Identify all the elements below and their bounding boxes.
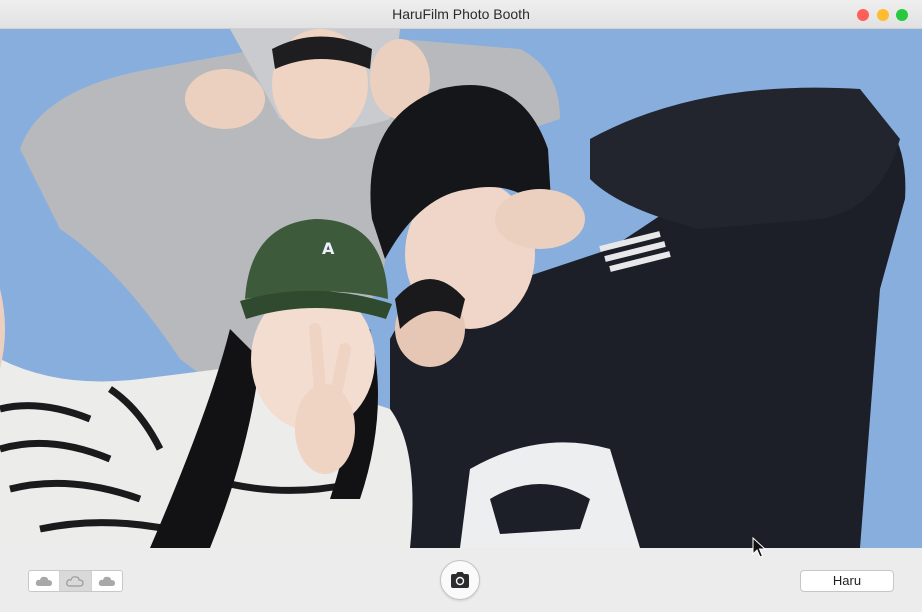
- camera-preview-image: A: [0, 29, 922, 548]
- cloud-icon: [98, 576, 115, 586]
- capture-button[interactable]: [440, 560, 480, 600]
- window-title: HaruFilm Photo Booth: [392, 6, 530, 22]
- close-button[interactable]: [857, 9, 869, 21]
- zoom-button[interactable]: [896, 9, 908, 21]
- name-button[interactable]: Haru: [800, 570, 894, 592]
- cloud-icon: [66, 576, 85, 587]
- svg-text:A: A: [322, 239, 335, 258]
- bottom-toolbar: Haru: [0, 548, 922, 612]
- filter-option-1[interactable]: [29, 571, 61, 591]
- camera-icon: [451, 572, 469, 588]
- mouse-cursor-icon: [752, 537, 766, 558]
- filter-option-3[interactable]: [92, 571, 122, 591]
- filter-option-2[interactable]: [60, 571, 92, 591]
- camera-preview: A: [0, 29, 922, 548]
- filter-segmented-control[interactable]: [28, 570, 123, 592]
- minimize-button[interactable]: [877, 9, 889, 21]
- cloud-icon: [35, 576, 53, 586]
- title-bar: HaruFilm Photo Booth: [0, 0, 922, 29]
